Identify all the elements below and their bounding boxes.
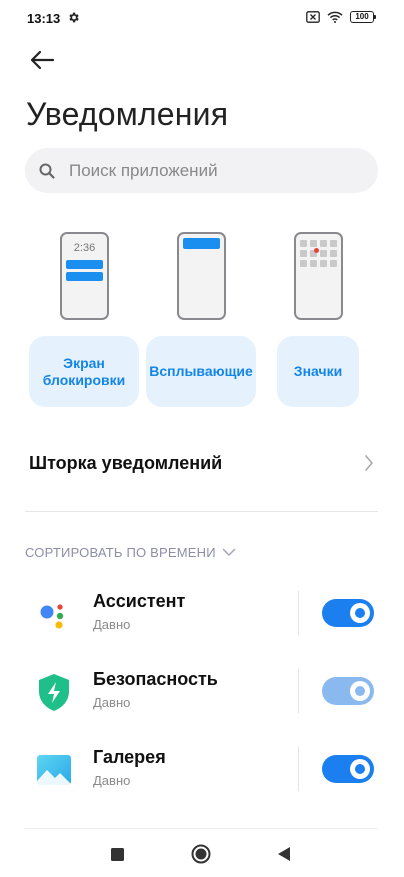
lockscreen-style-button[interactable]: Экран блокировки xyxy=(29,336,139,407)
search-input[interactable]: Поиск приложений xyxy=(25,148,378,193)
notifications-toggle[interactable] xyxy=(322,599,374,627)
notification-shade-label: Шторка уведомлений xyxy=(29,452,223,473)
badges-style-label: Значки xyxy=(293,363,343,379)
divider xyxy=(298,669,299,713)
lockscreen-time: 2:36 xyxy=(73,242,96,254)
home-button[interactable] xyxy=(189,842,213,866)
status-bar: 13:13 100 xyxy=(0,0,404,36)
back-button[interactable] xyxy=(28,46,56,74)
badges-illustration xyxy=(294,232,343,320)
triangle-left-icon xyxy=(278,847,290,861)
badges-style-button[interactable]: Значки xyxy=(277,336,359,407)
page-title: Уведомления xyxy=(26,96,229,132)
status-icons: 100 xyxy=(306,11,376,23)
recents-button[interactable] xyxy=(105,842,129,866)
divider xyxy=(25,511,378,512)
status-time: 13:13 xyxy=(27,11,61,26)
notifications-toggle[interactable] xyxy=(322,677,374,705)
app-row-gallery[interactable]: Галерея Давно xyxy=(0,741,404,805)
navigation-bar xyxy=(0,832,404,877)
chevron-down-icon xyxy=(222,548,236,556)
lockscreen-style-label: Экран блокировки xyxy=(42,354,126,388)
app-last-notified: Давно xyxy=(93,695,131,710)
arrow-left-icon xyxy=(30,50,55,70)
app-last-notified: Давно xyxy=(93,773,131,788)
back-nav-button[interactable] xyxy=(272,842,296,866)
app-name: Ассистент xyxy=(93,591,186,611)
google-assistant-icon xyxy=(34,594,74,634)
search-icon xyxy=(39,163,55,179)
circle-icon xyxy=(191,844,211,864)
popup-illustration xyxy=(177,232,226,320)
sort-label: СОРТИРОВАТЬ ПО ВРЕМЕНИ xyxy=(25,545,216,560)
gallery-icon xyxy=(37,755,71,785)
search-placeholder: Поиск приложений xyxy=(69,160,218,180)
divider xyxy=(298,747,299,791)
lockscreen-illustration: 2:36 xyxy=(60,232,109,320)
square-icon xyxy=(110,847,124,861)
divider xyxy=(25,828,378,829)
app-name: Галерея xyxy=(93,747,166,767)
shield-icon xyxy=(39,674,69,711)
battery-indicator: 100 xyxy=(350,11,376,23)
wifi-icon xyxy=(327,11,343,23)
notifications-toggle[interactable] xyxy=(322,755,374,783)
sort-dropdown[interactable]: СОРТИРОВАТЬ ПО ВРЕМЕНИ xyxy=(25,545,236,560)
gear-icon xyxy=(69,12,79,23)
divider xyxy=(298,591,299,635)
app-row-assistant[interactable]: Ассистент Давно xyxy=(0,585,404,649)
popup-style-label: Всплывающие xyxy=(149,363,253,379)
notification-shade-row[interactable]: Шторка уведомлений xyxy=(0,440,404,486)
app-name: Безопасность xyxy=(93,669,218,689)
popup-style-button[interactable]: Всплывающие xyxy=(146,336,256,407)
app-last-notified: Давно xyxy=(93,617,131,632)
chevron-right-icon xyxy=(365,455,373,471)
app-row-security[interactable]: Безопасность Давно xyxy=(0,663,404,727)
sim-disabled-icon xyxy=(306,11,320,23)
